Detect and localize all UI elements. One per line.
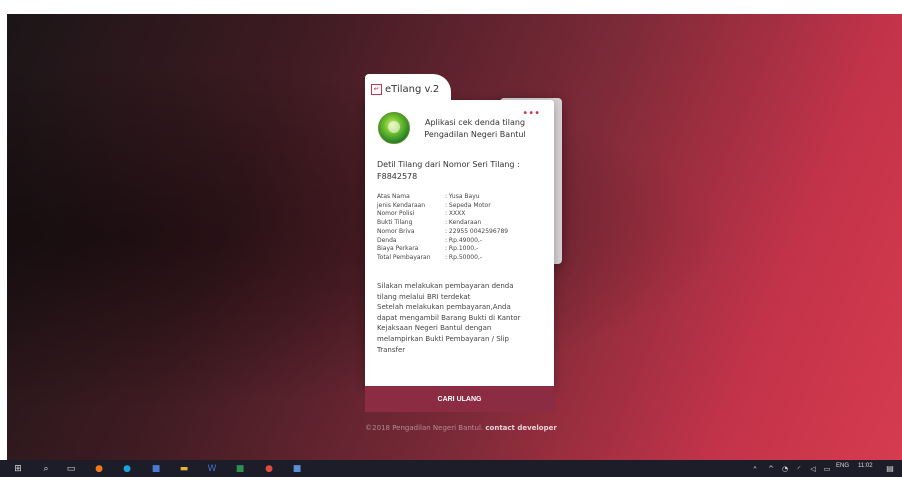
table-row: Biaya Perkara : Rp.1000,- xyxy=(377,245,508,254)
row-label: Atas Nama xyxy=(377,193,410,200)
row-label: jenis Kendaraan xyxy=(377,201,426,209)
language-indicator[interactable]: ENG xyxy=(836,463,849,469)
contact-developer-link[interactable]: contact developer xyxy=(485,424,556,432)
row-value: : Yusa Bayu xyxy=(445,193,480,200)
row-value: : Sepeda Motor xyxy=(445,201,491,209)
notifications-icon[interactable]: ▤ xyxy=(885,464,895,474)
app-subtitle: Aplikasi cek denda tilang Pengadilan Neg… xyxy=(415,117,535,141)
row-value: : Rp.50000,- xyxy=(445,253,482,261)
windows-start-icon[interactable]: ⊞ xyxy=(13,464,23,474)
wifi-icon[interactable]: ◜ xyxy=(794,464,804,474)
login-icon: ↵ xyxy=(371,83,382,95)
app-subtitle-line1: Aplikasi cek denda tilang xyxy=(424,118,526,127)
row-value: : Rp.49000,- xyxy=(445,236,482,244)
detail-heading: Detil Tilang dari Nomor Seri Tilang : F8… xyxy=(377,159,547,183)
row-label: Total Pembayaran xyxy=(377,253,431,261)
payment-instructions: Silakan melakukan pembayaran denda tilan… xyxy=(377,281,547,355)
calculator-icon[interactable]: ■ xyxy=(151,464,161,474)
row-value: : Kendaraan xyxy=(445,219,482,227)
table-row: Atas Nama : Yusa Bayu xyxy=(377,193,508,202)
instruction-line: tilang melalui BRI terdekat xyxy=(377,292,471,301)
search-again-button[interactable]: CARI ULANG xyxy=(365,386,554,412)
instruction-line: Setelah melakukan pembayaran,Anda xyxy=(377,303,511,312)
detail-heading-text: Detil Tilang dari Nomor Seri Tilang : xyxy=(377,160,520,169)
footer-copyright: ©2018 Pengadilan Negeri Bantul. xyxy=(365,424,484,432)
task-view-icon[interactable]: ▭ xyxy=(66,464,76,474)
windows-taskbar: ⊞ ⌕ ▭ ● ● ■ ▬ W ■ ● ■ ᴬ ^ ◔ ◜ ◁ ▭ ENG 11… xyxy=(0,460,902,477)
row-label: Bukti Tilang xyxy=(377,219,413,227)
table-row: Denda : Rp.49000,- xyxy=(377,237,508,246)
ticket-serial: F8842578 xyxy=(377,172,418,181)
table-row: jenis Kendaraan : Sepeda Motor xyxy=(377,202,508,211)
app-tab: ↵ eTilang v.2 xyxy=(365,74,451,104)
clock[interactable]: 11:02 xyxy=(858,463,873,469)
battery-icon[interactable]: ▭ xyxy=(822,464,832,474)
file-explorer-icon[interactable]: ▬ xyxy=(179,464,189,474)
footer: ©2018 Pengadilan Negeri Bantul. contact … xyxy=(347,424,575,432)
instruction-line: Transfer xyxy=(377,345,406,354)
chrome-icon[interactable]: ● xyxy=(264,464,274,474)
row-label: Nomor Briva xyxy=(377,227,415,235)
instruction-line: melampirkan Bukti Pembayaran / Slip xyxy=(377,334,509,343)
edge-icon[interactable]: ● xyxy=(122,464,132,474)
network-icon[interactable]: ◔ xyxy=(780,464,790,474)
table-row: Bukti Tilang : Kendaraan xyxy=(377,219,508,228)
ticket-details-table: Atas Nama : Yusa Bayu jenis Kendaraan : Se… xyxy=(377,193,508,263)
desktop-screen: ↵ eTilang v.2 ••• Aplikasi cek denda til… xyxy=(7,14,902,460)
app-icon[interactable]: ■ xyxy=(292,464,302,474)
instruction-line: dapat mengambil Barang Bukti di Kantor xyxy=(377,313,521,322)
row-label: Biaya Perkara xyxy=(377,245,419,253)
court-logo xyxy=(378,112,410,144)
firefox-icon[interactable]: ● xyxy=(94,464,104,474)
excel-icon[interactable]: ■ xyxy=(235,464,245,474)
app-tab-title: eTilang v.2 xyxy=(385,83,440,95)
volume-icon[interactable]: ◁ xyxy=(808,464,818,474)
result-card: ••• Aplikasi cek denda tilang Pengadilan… xyxy=(365,100,554,386)
search-icon[interactable]: ⌕ xyxy=(41,464,51,474)
instruction-line: Kejaksaan Negeri Bantul dengan xyxy=(377,324,492,333)
instruction-line: Silakan melakukan pembayaran denda xyxy=(377,282,514,290)
table-row: Total Pembayaran : Rp.50000,- xyxy=(377,254,508,263)
app-subtitle-line2: Pengadilan Negeri Bantul xyxy=(424,130,526,139)
word-icon[interactable]: W xyxy=(207,464,217,474)
row-value: : XXXX xyxy=(445,210,466,218)
row-label: Nomor Polisi xyxy=(377,210,415,218)
table-row: Nomor Briva : 22955 0042596789 xyxy=(377,228,508,237)
row-value: : 22955 0042596789 xyxy=(445,227,509,235)
chevron-up-icon[interactable]: ^ xyxy=(766,464,776,474)
row-value: : Rp.1000,- xyxy=(445,245,479,253)
table-row: Nomor Polisi : XXXX xyxy=(377,210,508,219)
people-icon[interactable]: ᴬ xyxy=(750,464,760,474)
row-label: Denda xyxy=(377,236,397,244)
